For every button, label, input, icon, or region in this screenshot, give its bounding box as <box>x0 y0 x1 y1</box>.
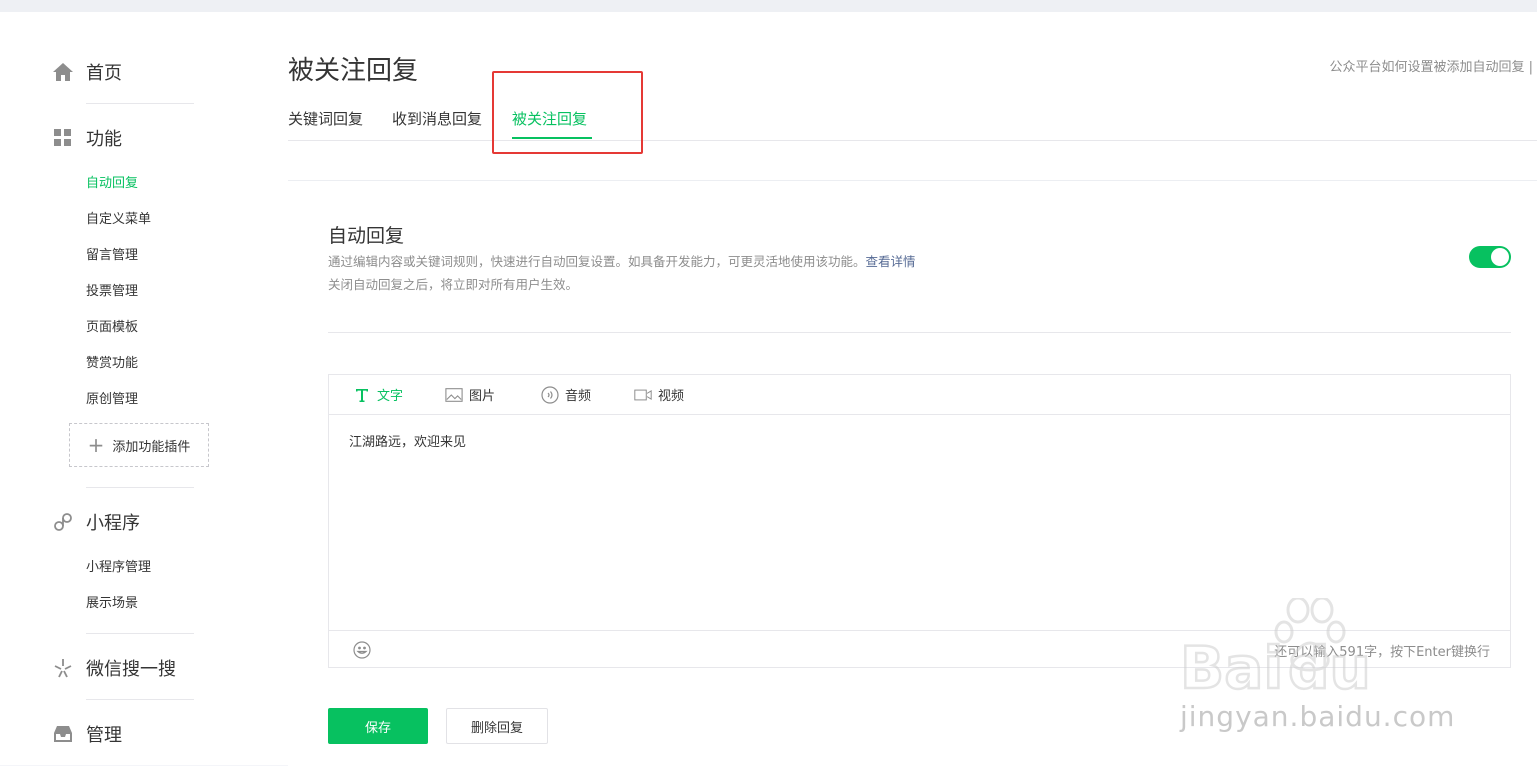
editor-tab-label: 音频 <box>565 389 592 404</box>
sidebar-item-page-templates[interactable]: 页面模板 <box>86 316 138 335</box>
editor-tab-image[interactable]: 图片 <box>445 385 495 404</box>
video-icon <box>634 386 652 404</box>
editor-tab-label: 视频 <box>658 389 685 404</box>
reply-text-content[interactable]: 江湖路远，欢迎来见 <box>349 431 466 450</box>
sidebar-item-home[interactable]: 首页 <box>52 59 122 85</box>
grid-icon <box>52 127 74 149</box>
audio-icon <box>541 385 559 404</box>
card-note: 关闭自动回复之后，将立即对所有用户生效。 <box>328 277 579 292</box>
sidebar-group-features[interactable]: 功能 <box>52 125 122 151</box>
inbox-icon <box>52 723 74 745</box>
editor-tab-label: 图片 <box>469 389 496 404</box>
text-icon <box>353 386 371 404</box>
sidebar-group-miniprogram[interactable]: 小程序 <box>52 509 140 535</box>
plus-icon: + <box>87 433 105 457</box>
divider <box>86 487 194 488</box>
home-icon <box>52 61 74 83</box>
sidebar-item-manage[interactable]: 管理 <box>52 721 122 747</box>
divider <box>86 103 194 104</box>
editor-tab-video[interactable]: 视频 <box>634 385 684 404</box>
sidebar-item-custom-menu[interactable]: 自定义菜单 <box>86 208 151 227</box>
delete-reply-button[interactable]: 删除回复 <box>446 708 548 744</box>
emoji-icon[interactable] <box>353 641 371 659</box>
top-strip <box>0 0 1537 12</box>
sidebar: 首页 功能 自动回复 自定义菜单 留言管理 投票管理 页面模板 赞赏功能 原创管… <box>0 12 270 765</box>
editor-tab-label: 文字 <box>377 389 404 404</box>
sidebar-item-miniprogram-manage[interactable]: 小程序管理 <box>86 556 151 575</box>
link-icon <box>52 511 74 533</box>
toggle-knob <box>1491 248 1509 266</box>
divider <box>86 699 194 700</box>
sidebar-item-label: 首页 <box>86 63 122 84</box>
watermark-text: jingyan.baidu.com <box>1180 700 1456 733</box>
annotation-highlight-box <box>492 71 643 154</box>
svg-text:du: du <box>1288 634 1371 702</box>
sidebar-group-label: 功能 <box>86 129 122 150</box>
image-icon <box>445 386 463 404</box>
save-button[interactable]: 保存 <box>328 708 428 744</box>
editor-tab-text[interactable]: 文字 <box>353 385 403 404</box>
sidebar-group-label: 小程序 <box>86 513 140 534</box>
editor-tab-bar: 文字 图片 音频 视频 <box>329 375 1510 415</box>
sidebar-item-auto-reply[interactable]: 自动回复 <box>86 172 138 191</box>
sidebar-item-search[interactable]: 微信搜一搜 <box>52 655 176 681</box>
sidebar-item-label: 管理 <box>86 725 122 746</box>
page-title: 被关注回复 <box>288 56 419 86</box>
add-plugin-button[interactable]: + 添加功能插件 <box>69 423 209 467</box>
auto-reply-toggle[interactable] <box>1469 246 1511 268</box>
sidebar-item-label: 微信搜一搜 <box>86 659 176 680</box>
tab-keyword-reply[interactable]: 关键词回复 <box>288 108 363 129</box>
divider <box>86 633 194 634</box>
divider <box>328 332 1511 333</box>
add-plugin-label: 添加功能插件 <box>112 439 191 455</box>
tab-bar: 关键词回复 收到消息回复 被关注回复 <box>288 100 1537 141</box>
sidebar-item-votes[interactable]: 投票管理 <box>86 280 138 299</box>
svg-text:Bai: Bai <box>1180 634 1283 702</box>
card-title: 自动回复 <box>328 225 405 247</box>
help-link[interactable]: 公众平台如何设置被添加自动回复 | <box>1329 56 1533 75</box>
tab-message-reply[interactable]: 收到消息回复 <box>392 108 482 129</box>
sidebar-item-appreciation[interactable]: 赞赏功能 <box>86 352 138 371</box>
sidebar-item-display-scenes[interactable]: 展示场景 <box>86 592 138 611</box>
sparkle-icon <box>52 657 74 679</box>
card-description: 通过编辑内容或关键词规则，快速进行自动回复设置。如具备开发能力，可更灵活地使用该… <box>328 251 916 270</box>
editor-tab-audio[interactable]: 音频 <box>541 385 591 404</box>
view-details-link[interactable]: 查看详情 <box>866 254 916 269</box>
description-text: 通过编辑内容或关键词规则，快速进行自动回复设置。如具备开发能力，可更灵活地使用该… <box>328 254 866 269</box>
sidebar-item-original[interactable]: 原创管理 <box>86 388 138 407</box>
sidebar-item-comments[interactable]: 留言管理 <box>86 244 138 263</box>
